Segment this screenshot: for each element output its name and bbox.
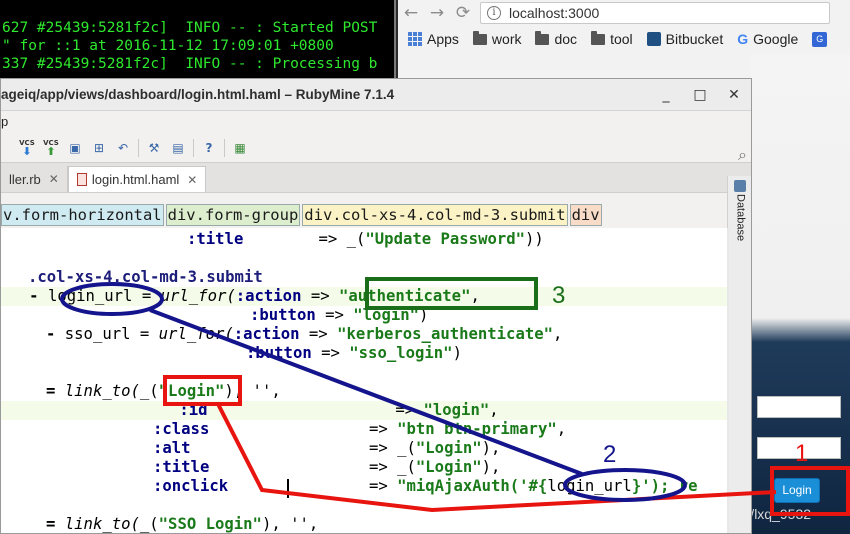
code-line: :id => "login", (1, 401, 727, 420)
code-line: :title => _("Login"), (153, 458, 501, 476)
bookmark-label: doc (554, 31, 578, 47)
bookmark-label: Bitbucket (665, 31, 724, 47)
terminal-line: 627 #25439:5281f2c] INFO -- : Started PO… (2, 20, 378, 36)
folder-icon (591, 30, 606, 45)
address-bar[interactable]: i localhost:3000 (480, 2, 830, 24)
back-arrow-icon[interactable]: ← (398, 3, 424, 23)
bitbucket-icon (646, 32, 661, 46)
code-line: = link_to(_("SSO Login"), '', (46, 515, 319, 533)
breadcrumb-item[interactable]: div (569, 204, 602, 226)
forward-arrow-icon[interactable]: → (424, 3, 450, 23)
info-icon[interactable]: i (487, 6, 501, 20)
address-text: localhost:3000 (509, 5, 600, 21)
bookmark-label: Apps (427, 31, 459, 47)
bookmark-label: work (491, 31, 522, 47)
vcs-history-icon[interactable]: ⊞ (87, 137, 111, 159)
code-line: :onclick => "miqAjaxAuth('#{login_url}')… (153, 477, 698, 495)
text-caret (287, 479, 289, 498)
apps-icon (408, 32, 422, 46)
code-line: .col-xs-4.col-md-3.submit (28, 268, 263, 286)
code-line: :class => "btn btn-primary", (153, 420, 567, 438)
code-line: :alt => _("Login"), (153, 439, 501, 457)
browser-nav-bar: ← → ⟳ i localhost:3000 (398, 0, 850, 26)
breadcrumb-item[interactable]: div.form-group (165, 204, 301, 226)
tab-label: login.html.haml (91, 172, 180, 187)
tab-login-haml[interactable]: login.html.haml ✕ (67, 166, 207, 192)
maximize-icon[interactable]: □ (683, 87, 717, 103)
close-icon[interactable]: ✕ (49, 172, 59, 186)
code-line: :title => _("Update Password")) (187, 230, 544, 248)
code-line: - sso_url = url_for(:action => "kerberos… (46, 325, 563, 343)
settings-wrench-icon[interactable]: ⚒ (142, 137, 166, 159)
bookmark-label: tool (610, 31, 633, 47)
menu-item[interactable]: p (1, 114, 8, 129)
haml-file-icon (76, 173, 87, 186)
bookmark-label: Google (753, 31, 799, 47)
code-line: :button => "sso_login") (246, 344, 462, 362)
google-icon: G (737, 31, 749, 47)
undo-icon[interactable]: ↶ (111, 137, 135, 159)
ide-toolbar: VCS ⬇ VCS ⬆ ▣ ⊞ ↶ ⚒ ▤ ? ▦ (1, 133, 751, 163)
minimize-icon[interactable]: _ (649, 87, 683, 103)
plugin-icon[interactable]: ▦ (228, 137, 252, 159)
terminal-line: 337 #25439:5281f2c] INFO -- : Processing… (2, 56, 378, 72)
rubymine-window: ageiq/app/views/dashboard/login.html.ham… (0, 78, 752, 534)
folder-icon (472, 30, 487, 45)
code-line: = link_to(_("Login"), '', (46, 382, 281, 400)
password-field[interactable] (757, 437, 841, 459)
login-button[interactable]: Login (774, 478, 820, 503)
breadcrumb-item[interactable]: div.col-xs-4.col-md-3.submit (302, 204, 568, 226)
search-icon[interactable]: ⌕ (738, 145, 747, 165)
ide-menu-bar: p (1, 111, 751, 133)
ide-titlebar: ageiq/app/views/dashboard/login.html.ham… (1, 79, 751, 111)
vcs-commit-icon[interactable]: VCS ⬆ (39, 137, 63, 159)
database-icon[interactable] (733, 180, 746, 192)
login-page-content: Login (751, 54, 850, 534)
code-editor[interactable]: :title => _("Update Password")) .col-xs-… (1, 228, 729, 533)
folder-icon (535, 30, 550, 45)
username-field[interactable] (757, 396, 841, 418)
editor-tabs: ller.rb ✕ login.html.haml ✕ (1, 163, 751, 193)
code-line: - login_url = url_for(:action => "authen… (1, 287, 727, 306)
code-line: :button => "login") (250, 306, 429, 324)
bookmark-google[interactable]: G Google (737, 31, 798, 47)
bookmark-doc[interactable]: doc (535, 30, 578, 47)
breadcrumb-item[interactable]: v.form-horizontal (1, 204, 164, 226)
database-panel-label[interactable]: Database (733, 194, 747, 241)
window-title: ageiq/app/views/dashboard/login.html.ham… (1, 87, 395, 102)
close-icon[interactable]: ✕ (717, 87, 751, 103)
close-icon[interactable]: ✕ (187, 173, 197, 187)
vcs-update-icon[interactable]: VCS ⬇ (15, 137, 39, 159)
right-tool-strip: Database (727, 176, 751, 533)
extension-icon[interactable]: G (812, 31, 828, 47)
terminal-window: 627 #25439:5281f2c] INFO -- : Started PO… (0, 0, 396, 80)
bookmarks-bar: Apps work doc tool Bitbucket G Google G (398, 26, 850, 52)
vcs-compare-icon[interactable]: ▣ (63, 137, 87, 159)
tab-label: ller.rb (9, 171, 41, 187)
bookmark-bitbucket[interactable]: Bitbucket (646, 31, 724, 47)
bookmark-work[interactable]: work (472, 30, 522, 47)
help-icon[interactable]: ? (197, 137, 221, 159)
bookmark-tool[interactable]: tool (591, 30, 633, 47)
reload-icon[interactable]: ⟳ (450, 3, 476, 23)
project-structure-icon[interactable]: ▤ (166, 137, 190, 159)
bookmark-apps[interactable]: Apps (408, 31, 459, 47)
breadcrumb: v.form-horizontal div.form-group div.col… (1, 204, 604, 226)
tab-controller[interactable]: ller.rb ✕ (1, 166, 68, 192)
terminal-line: " for ::1 at 2016-11-12 17:09:01 +0800 (2, 38, 334, 54)
